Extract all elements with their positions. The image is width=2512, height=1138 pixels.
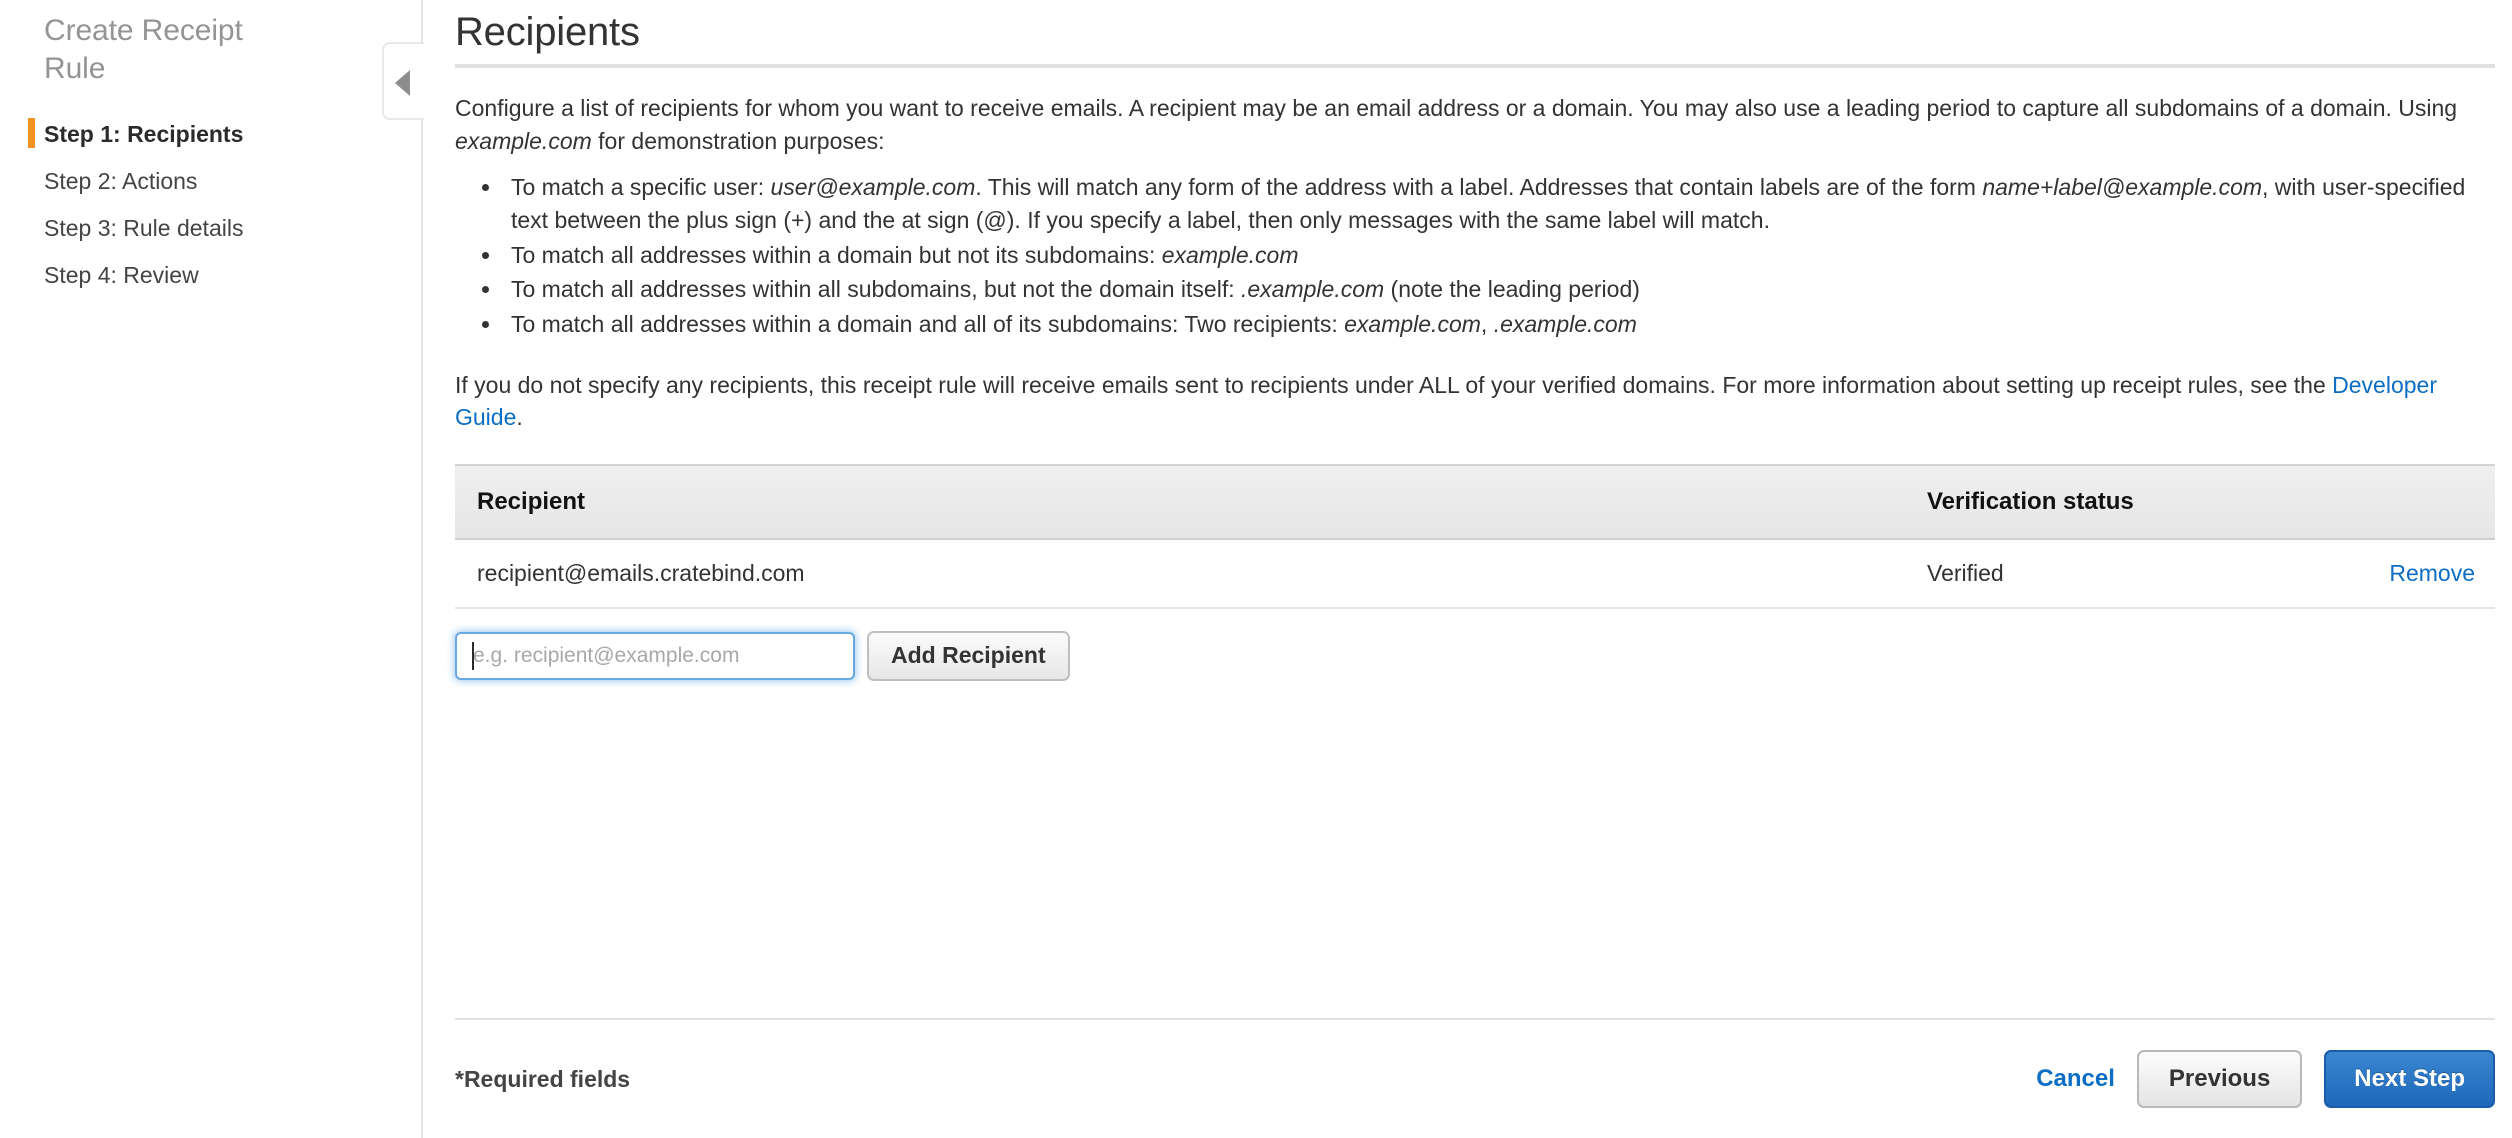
create-receipt-rule-page: Create Receipt Rule Step 1: Recipients S… xyxy=(0,0,2512,1138)
table-body: recipient@emails.cratebind.com Verified … xyxy=(455,538,2495,609)
cell-verification-status: Verified xyxy=(1905,538,2325,609)
column-header-verification-status: Verification status xyxy=(1905,464,2325,540)
bullet-em-1a: user@example.com xyxy=(770,174,976,201)
wizard-step-list: Step 1: Recipients Step 2: Actions Step … xyxy=(0,111,421,299)
recipient-input[interactable] xyxy=(455,631,855,680)
list-item: To match a specific user: user@example.c… xyxy=(503,171,2495,236)
note-text-part1: If you do not specify any recipients, th… xyxy=(455,371,2333,398)
page-title: Recipients xyxy=(455,10,640,54)
sidebar-collapse-button[interactable] xyxy=(382,42,424,120)
main-content: Recipients Configure a list of recipient… xyxy=(423,0,2512,1138)
remove-recipient-link[interactable]: Remove xyxy=(2389,560,2475,586)
bullet-text-4a: To match all addresses within a domain a… xyxy=(511,310,1345,337)
title-divider xyxy=(455,64,2495,68)
bullet-text-3a: To match all addresses within all subdom… xyxy=(511,276,1241,303)
matching-rules-list: To match a specific user: user@example.c… xyxy=(455,171,2495,340)
note-text-part2: . xyxy=(516,404,523,431)
intro-example-domain: example.com xyxy=(455,127,592,154)
intro-text-part1: Configure a list of recipients for whom … xyxy=(455,95,2458,121)
table-header-row: Recipient Verification status xyxy=(455,464,2495,540)
add-recipient-row: Add Recipient xyxy=(455,630,2495,681)
bullet-em-4b: .example.com xyxy=(1493,310,1637,337)
recipient-input-wrapper xyxy=(455,631,855,680)
no-recipients-note: If you do not specify any recipients, th… xyxy=(455,369,2465,434)
next-step-button[interactable]: Next Step xyxy=(2324,1050,2495,1108)
list-item: To match all addresses within a domain a… xyxy=(503,308,2495,341)
list-item: To match all addresses within all subdom… xyxy=(503,273,2495,306)
previous-button[interactable]: Previous xyxy=(2136,1050,2303,1108)
bullet-em-4a: example.com xyxy=(1344,310,1481,337)
bullet-text-1a: To match a specific user: xyxy=(511,174,771,201)
bullet-em-2a: example.com xyxy=(1161,241,1299,268)
column-header-actions xyxy=(2325,464,2495,540)
table-row: recipient@emails.cratebind.com Verified … xyxy=(455,538,2495,609)
bullet-em-1b: name+label@example.com xyxy=(1982,174,2263,201)
intro-paragraph: Configure a list of recipients for whom … xyxy=(455,92,2485,157)
footer-actions: Cancel Previous Next Step xyxy=(2036,1050,2495,1108)
required-fields-note: *Required fields xyxy=(455,1065,631,1092)
sidebar-item-step-4-review[interactable]: Step 4: Review xyxy=(0,252,421,299)
bullet-text-4b: , xyxy=(1480,310,1494,337)
wizard-footer: *Required fields Cancel Previous Next St… xyxy=(455,1018,2495,1138)
cell-actions: Remove xyxy=(2325,538,2495,609)
column-header-recipient: Recipient xyxy=(455,464,1905,540)
text-cursor-icon xyxy=(472,641,474,670)
sidebar-item-step-1-recipients[interactable]: Step 1: Recipients xyxy=(0,111,421,158)
bullet-text-3b: (note the leading period) xyxy=(1384,276,1640,303)
table-header: Recipient Verification status xyxy=(455,464,2495,540)
sidebar-item-step-3-rule-details[interactable]: Step 3: Rule details xyxy=(0,205,421,252)
cancel-button[interactable]: Cancel xyxy=(2036,1065,2115,1093)
bullet-text-2a: To match all addresses within a domain b… xyxy=(511,241,1162,268)
cell-recipient: recipient@emails.cratebind.com xyxy=(455,538,1905,609)
wizard-title: Create Receipt Rule xyxy=(44,14,243,86)
bullet-text-1b: . This will match any form of the addres… xyxy=(975,174,1983,201)
active-step-marker xyxy=(28,117,35,148)
sidebar-item-label: Step 4: Review xyxy=(44,261,199,288)
sidebar-item-label: Step 1: Recipients xyxy=(44,120,244,147)
bullet-em-3a: .example.com xyxy=(1241,276,1385,303)
triangle-left-icon xyxy=(395,70,410,96)
sidebar-item-label: Step 3: Rule details xyxy=(44,214,244,241)
list-item: To match all addresses within a domain b… xyxy=(503,239,2495,272)
add-recipient-button[interactable]: Add Recipient xyxy=(867,630,1070,681)
wizard-sidebar: Create Receipt Rule Step 1: Recipients S… xyxy=(0,0,424,1138)
sidebar-item-label: Step 2: Actions xyxy=(44,167,198,194)
sidebar-item-step-2-actions[interactable]: Step 2: Actions xyxy=(0,158,421,205)
recipients-table: Recipient Verification status recipient@… xyxy=(455,463,2495,609)
intro-text-part2: for demonstration purposes: xyxy=(591,127,885,154)
